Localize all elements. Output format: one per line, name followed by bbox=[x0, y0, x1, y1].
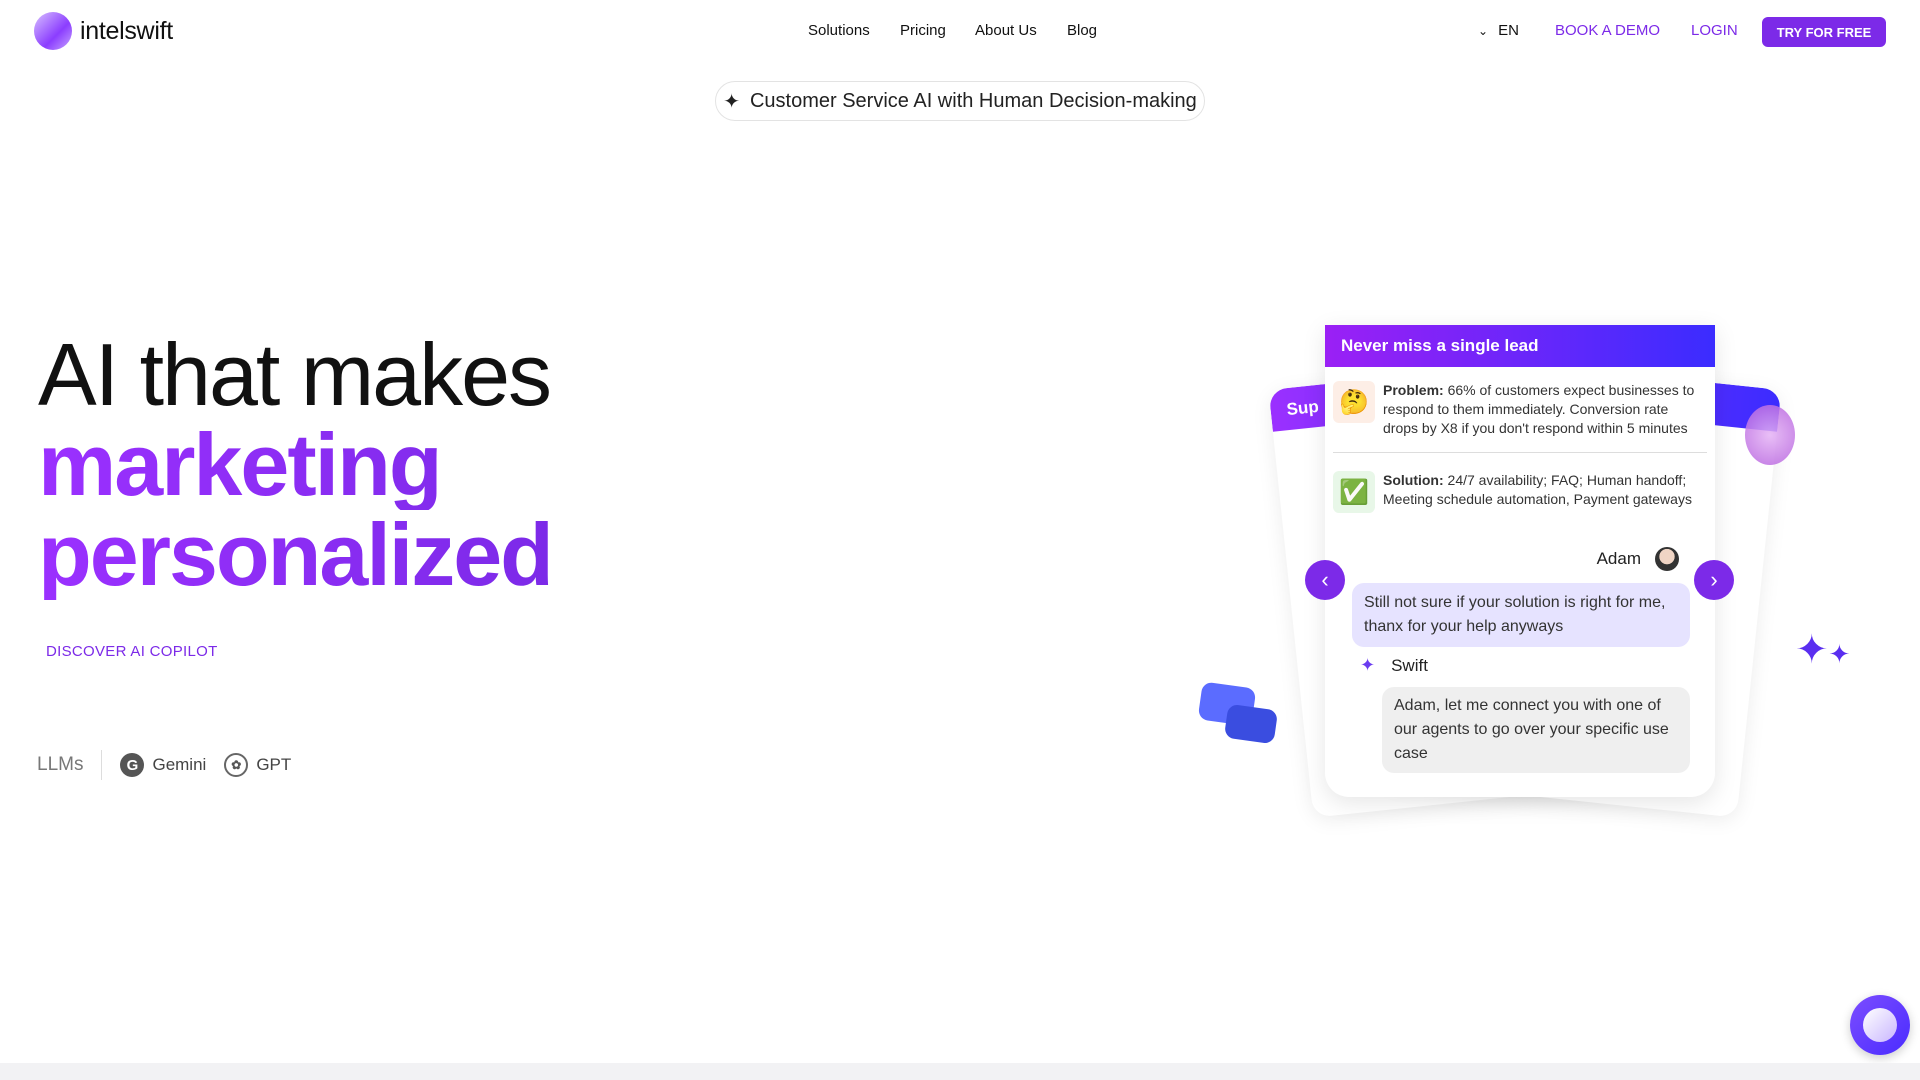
user-header: Adam bbox=[1597, 547, 1679, 571]
hero-heading: AI that makes marketing personalized bbox=[38, 325, 554, 604]
language-selector[interactable]: ⌄ EN bbox=[1478, 22, 1519, 39]
llms-row: LLMs G Gemini ✿ GPT bbox=[37, 750, 291, 780]
carousel-prev-button[interactable]: ‹ bbox=[1305, 560, 1345, 600]
user-avatar bbox=[1655, 547, 1679, 571]
nav-pricing[interactable]: Pricing bbox=[900, 22, 946, 39]
gpt-icon: ✿ bbox=[224, 753, 249, 777]
solution-label: Solution: bbox=[1383, 472, 1444, 488]
gemini-icon: G bbox=[120, 753, 145, 777]
chat-widget-button[interactable] bbox=[1850, 995, 1910, 1055]
bot-name: Swift bbox=[1391, 655, 1428, 675]
chat-bubbles-icon bbox=[1197, 681, 1279, 745]
book-demo-link[interactable]: BOOK A DEMO bbox=[1555, 22, 1660, 39]
brand-name: intelswift bbox=[80, 16, 173, 45]
hero-line-3: personalized bbox=[38, 505, 554, 604]
try-for-free-button[interactable]: TRY FOR FREE bbox=[1762, 17, 1886, 47]
chevron-left-icon: ‹ bbox=[1321, 567, 1329, 592]
logo-icon bbox=[34, 12, 72, 50]
llm-gemini: Gemini bbox=[152, 755, 207, 774]
hero-line-1: AI that makes bbox=[38, 325, 552, 424]
llms-label: LLMs bbox=[37, 754, 84, 775]
feature-card: Never miss a single lead 🤔 Problem: 66% … bbox=[1325, 325, 1715, 797]
llm-gpt: GPT bbox=[256, 755, 292, 774]
sparkles-icon: ✦ bbox=[1360, 655, 1376, 675]
bot-message: Adam, let me connect you with one of our… bbox=[1382, 687, 1690, 773]
sparkle-icon: ✦ bbox=[723, 90, 740, 113]
nav-solutions[interactable]: Solutions bbox=[808, 22, 870, 39]
sparkles-decoration-icon: ✦✦ bbox=[1795, 628, 1851, 672]
nav-blog[interactable]: Blog bbox=[1067, 22, 1097, 39]
thinking-face-icon: 🤔 bbox=[1333, 381, 1375, 423]
solution-row: ✅ Solution: 24/7 availability; FAQ; Huma… bbox=[1325, 457, 1715, 523]
problem-label: Problem: bbox=[1383, 382, 1444, 398]
divider bbox=[1333, 452, 1707, 453]
chevron-right-icon: › bbox=[1710, 567, 1718, 592]
chat-widget-icon bbox=[1863, 1008, 1897, 1042]
login-link[interactable]: LOGIN bbox=[1691, 22, 1738, 39]
announcement-pill: ✦ Customer Service AI with Human Decisio… bbox=[715, 81, 1205, 121]
hero-line-2: marketing bbox=[38, 420, 552, 510]
user-message: Still not sure if your solution is right… bbox=[1352, 583, 1690, 647]
language-label: EN bbox=[1498, 22, 1519, 39]
page-bottom-band bbox=[0, 1063, 1920, 1080]
divider bbox=[101, 750, 103, 780]
user-name: Adam bbox=[1596, 549, 1641, 568]
nav-about-us[interactable]: About Us bbox=[975, 22, 1037, 39]
discover-ai-copilot-link[interactable]: DISCOVER AI COPILOT bbox=[46, 643, 218, 660]
chevron-down-icon: ⌄ bbox=[1478, 23, 1489, 38]
bot-header: ✦ Swift bbox=[1360, 655, 1428, 676]
flower-icon bbox=[1745, 405, 1795, 465]
logo[interactable]: intelswift bbox=[34, 12, 173, 50]
check-mark-icon: ✅ bbox=[1333, 471, 1375, 513]
problem-row: 🤔 Problem: 66% of customers expect busin… bbox=[1325, 367, 1715, 448]
announcement-text: Customer Service AI with Human Decision-… bbox=[749, 89, 1197, 112]
card-title: Never miss a single lead bbox=[1325, 325, 1715, 367]
carousel-next-button[interactable]: › bbox=[1694, 560, 1734, 600]
